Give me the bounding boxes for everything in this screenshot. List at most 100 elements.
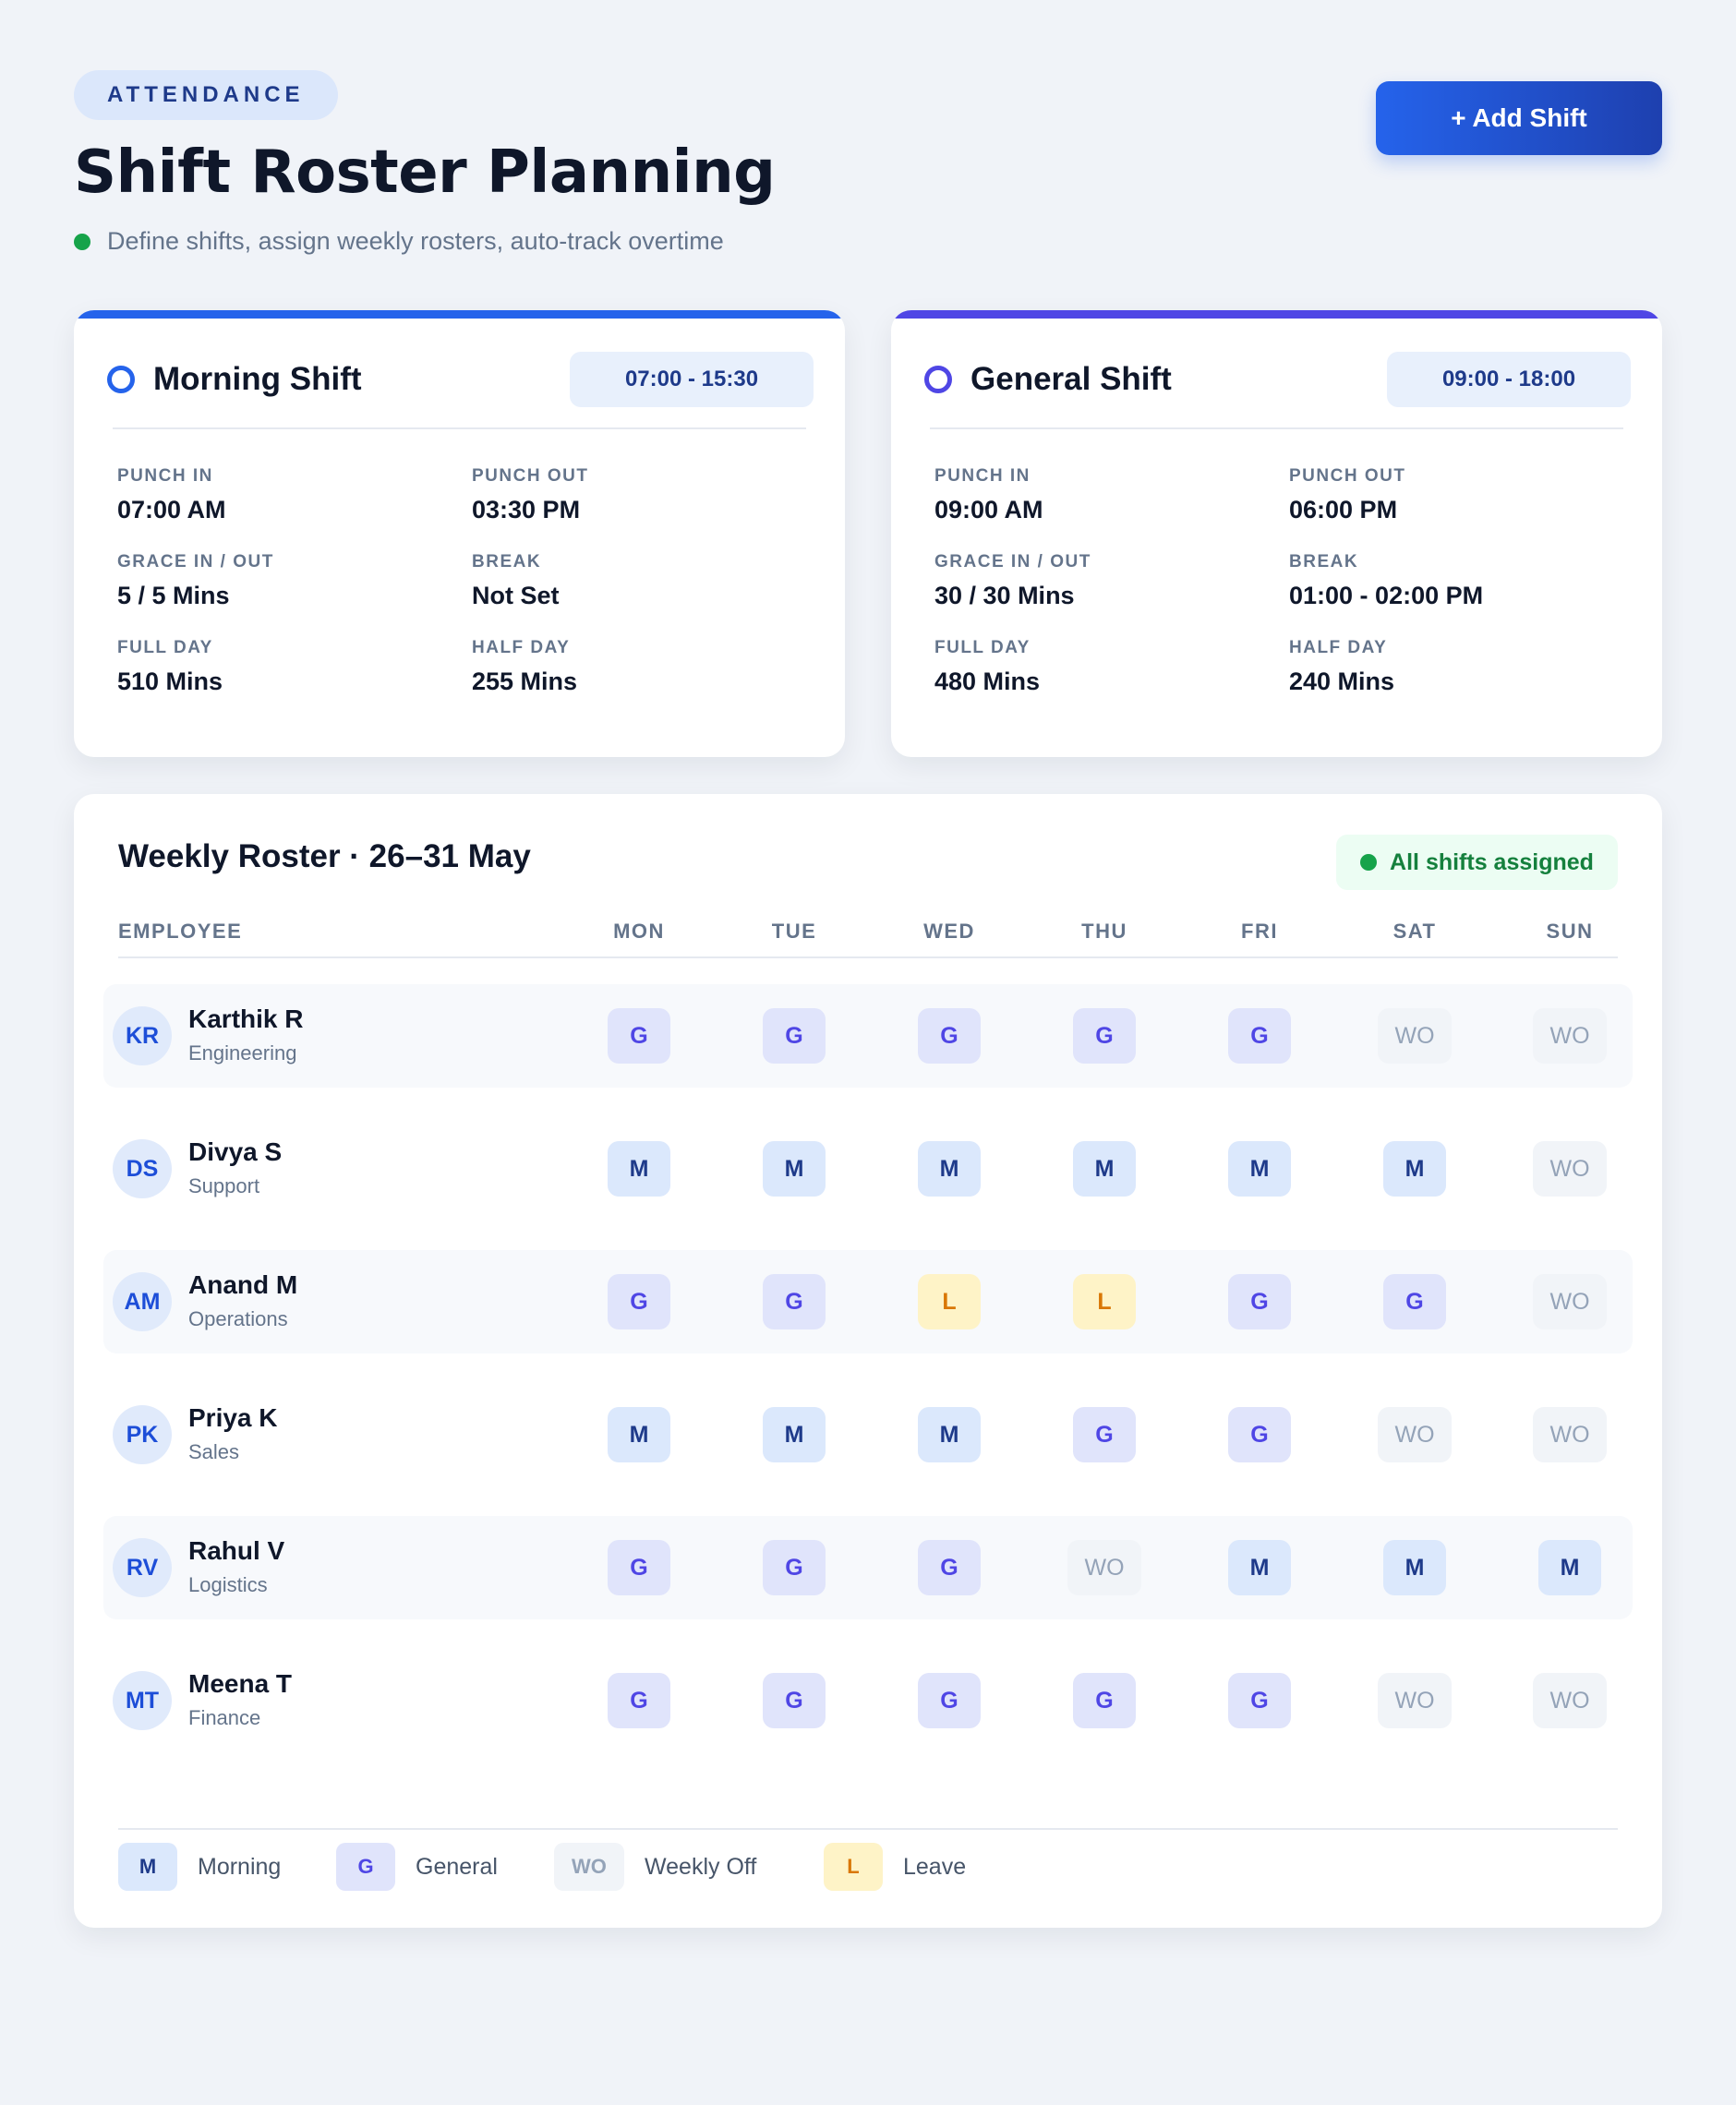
legend-item: G General: [336, 1843, 498, 1891]
field-label: FULL DAY: [117, 638, 213, 657]
status-text: All shifts assigned: [1390, 848, 1594, 875]
shift-card-general[interactable]: General Shift 09:00 - 18:00 PUNCH IN 09:0…: [891, 310, 1662, 757]
field-punch-in: PUNCH IN 07:00 AM: [117, 466, 472, 524]
shift-cell-sun[interactable]: WO: [1533, 1407, 1607, 1462]
employee-department: Engineering: [188, 1041, 297, 1065]
shift-accent-bar: [74, 310, 845, 319]
shift-cell-fri[interactable]: G: [1228, 1008, 1291, 1064]
shift-cell-tue[interactable]: M: [763, 1141, 826, 1197]
shift-cell-mon[interactable]: G: [608, 1274, 670, 1329]
avatar: AM: [113, 1272, 172, 1331]
employee-department: Support: [188, 1174, 260, 1197]
table-row[interactable]: MT Meena T Finance G G G G G WO WO: [103, 1649, 1633, 1752]
table-row[interactable]: DS Divya S Support M M M M M M WO: [103, 1117, 1633, 1221]
shift-cell-sat[interactable]: G: [1383, 1274, 1446, 1329]
employee-name: Meena T: [188, 1669, 293, 1698]
shift-cell-mon[interactable]: M: [608, 1407, 670, 1462]
field-break: BREAK Not Set: [472, 552, 826, 610]
shift-cell-thu[interactable]: M: [1073, 1141, 1136, 1197]
shift-cell-mon[interactable]: M: [608, 1141, 670, 1197]
shift-cell-fri[interactable]: G: [1228, 1407, 1291, 1462]
shift-cell-sat[interactable]: M: [1383, 1141, 1446, 1197]
day-column-header-fri: FRI: [1241, 920, 1278, 943]
table-row[interactable]: AM Anand M Operations G G L L G G WO: [103, 1250, 1633, 1353]
field-punch-out: PUNCH OUT 03:30 PM: [472, 466, 826, 524]
field-value: 07:00 AM: [117, 496, 226, 523]
shift-cell-fri[interactable]: M: [1228, 1540, 1291, 1595]
shift-cell-sun[interactable]: WO: [1533, 1274, 1607, 1329]
shift-cell-mon[interactable]: G: [608, 1008, 670, 1064]
avatar: DS: [113, 1139, 172, 1198]
legend-label: Morning: [198, 1853, 282, 1880]
field-half-day: HALF DAY 240 Mins: [1289, 638, 1644, 696]
shift-cell-wed[interactable]: G: [918, 1008, 981, 1064]
field-value: 240 Mins: [1289, 668, 1395, 695]
shift-cell-thu[interactable]: L: [1073, 1274, 1136, 1329]
shift-cell-sun[interactable]: WO: [1533, 1141, 1607, 1197]
day-column-header-sat: SAT: [1392, 920, 1437, 943]
subtitle-text: Define shifts, assign weekly rosters, au…: [107, 227, 724, 255]
table-row[interactable]: RV Rahul V Logistics G G G WO M M M: [103, 1516, 1633, 1619]
field-full-day: FULL DAY 510 Mins: [117, 638, 472, 696]
shift-cell-wed[interactable]: G: [918, 1540, 981, 1595]
field-value: 03:30 PM: [472, 496, 581, 523]
legend-swatch: G: [336, 1843, 395, 1891]
shift-cell-wed[interactable]: M: [918, 1407, 981, 1462]
shift-cell-sun[interactable]: M: [1538, 1540, 1601, 1595]
shift-cell-mon[interactable]: G: [608, 1540, 670, 1595]
roster-table-header: EMPLOYEE MON TUE WED THU FRI SAT SUN: [118, 920, 1618, 958]
field-value: 5 / 5 Mins: [117, 582, 230, 609]
shift-cell-fri[interactable]: G: [1228, 1274, 1291, 1329]
field-half-day: HALF DAY 255 Mins: [472, 638, 826, 696]
field-label: GRACE IN / OUT: [934, 552, 1091, 571]
employee-name: Rahul V: [188, 1536, 285, 1565]
field-label: HALF DAY: [1289, 638, 1388, 657]
shift-cell-tue[interactable]: G: [763, 1274, 826, 1329]
table-row[interactable]: PK Priya K Sales M M M G G WO WO: [103, 1383, 1633, 1486]
page-header: ATTENDANCE Shift Roster Planning Define …: [74, 70, 1662, 273]
shift-cell-tue[interactable]: G: [763, 1540, 826, 1595]
shift-cell-fri[interactable]: M: [1228, 1141, 1291, 1197]
shift-cell-wed[interactable]: G: [918, 1673, 981, 1728]
weekly-roster-card: Weekly Roster · 26–31 May All shifts ass…: [74, 794, 1662, 1928]
field-label: PUNCH OUT: [472, 466, 589, 486]
shift-cell-thu[interactable]: G: [1073, 1008, 1136, 1064]
field-label: FULL DAY: [934, 638, 1031, 657]
field-label: HALF DAY: [472, 638, 571, 657]
shift-cell-thu[interactable]: G: [1073, 1407, 1136, 1462]
add-shift-button[interactable]: + Add Shift: [1376, 81, 1662, 155]
field-value: Not Set: [472, 582, 560, 609]
legend-swatch: L: [824, 1843, 883, 1891]
field-grace: GRACE IN / OUT 5 / 5 Mins: [117, 552, 472, 610]
shift-cell-sat[interactable]: WO: [1378, 1008, 1452, 1064]
table-row[interactable]: KR Karthik R Engineering G G G G G WO WO: [103, 984, 1633, 1088]
field-grace: GRACE IN / OUT 30 / 30 Mins: [934, 552, 1289, 610]
legend-swatch: M: [118, 1843, 177, 1891]
shift-cell-thu[interactable]: G: [1073, 1673, 1136, 1728]
shift-cell-sat[interactable]: WO: [1378, 1407, 1452, 1462]
shift-cell-tue[interactable]: G: [763, 1008, 826, 1064]
day-column-header-wed: WED: [923, 920, 975, 943]
shift-cell-tue[interactable]: G: [763, 1673, 826, 1728]
shift-cell-sat[interactable]: WO: [1378, 1673, 1452, 1728]
field-label: PUNCH OUT: [1289, 466, 1406, 486]
shift-cell-mon[interactable]: G: [608, 1673, 670, 1728]
day-column-header-tue: TUE: [771, 920, 817, 943]
shift-cell-sun[interactable]: WO: [1533, 1673, 1607, 1728]
page-subtitle: Define shifts, assign weekly rosters, au…: [74, 227, 1662, 256]
legend-swatch: WO: [554, 1843, 624, 1891]
shift-cell-sun[interactable]: WO: [1533, 1008, 1607, 1064]
avatar: PK: [113, 1405, 172, 1464]
shift-cell-fri[interactable]: G: [1228, 1673, 1291, 1728]
field-punch-in: PUNCH IN 09:00 AM: [934, 466, 1289, 524]
shift-cell-wed[interactable]: M: [918, 1141, 981, 1197]
shift-card-morning[interactable]: Morning Shift 07:00 - 15:30 PUNCH IN 07:0…: [74, 310, 845, 757]
shift-cell-wed[interactable]: L: [918, 1274, 981, 1329]
avatar: KR: [113, 1006, 172, 1065]
avatar: MT: [113, 1671, 172, 1730]
shift-name: Morning Shift: [153, 361, 362, 397]
shift-cell-thu[interactable]: WO: [1067, 1540, 1141, 1595]
shift-cell-sat[interactable]: M: [1383, 1540, 1446, 1595]
section-eyebrow: ATTENDANCE: [74, 70, 338, 120]
shift-cell-tue[interactable]: M: [763, 1407, 826, 1462]
